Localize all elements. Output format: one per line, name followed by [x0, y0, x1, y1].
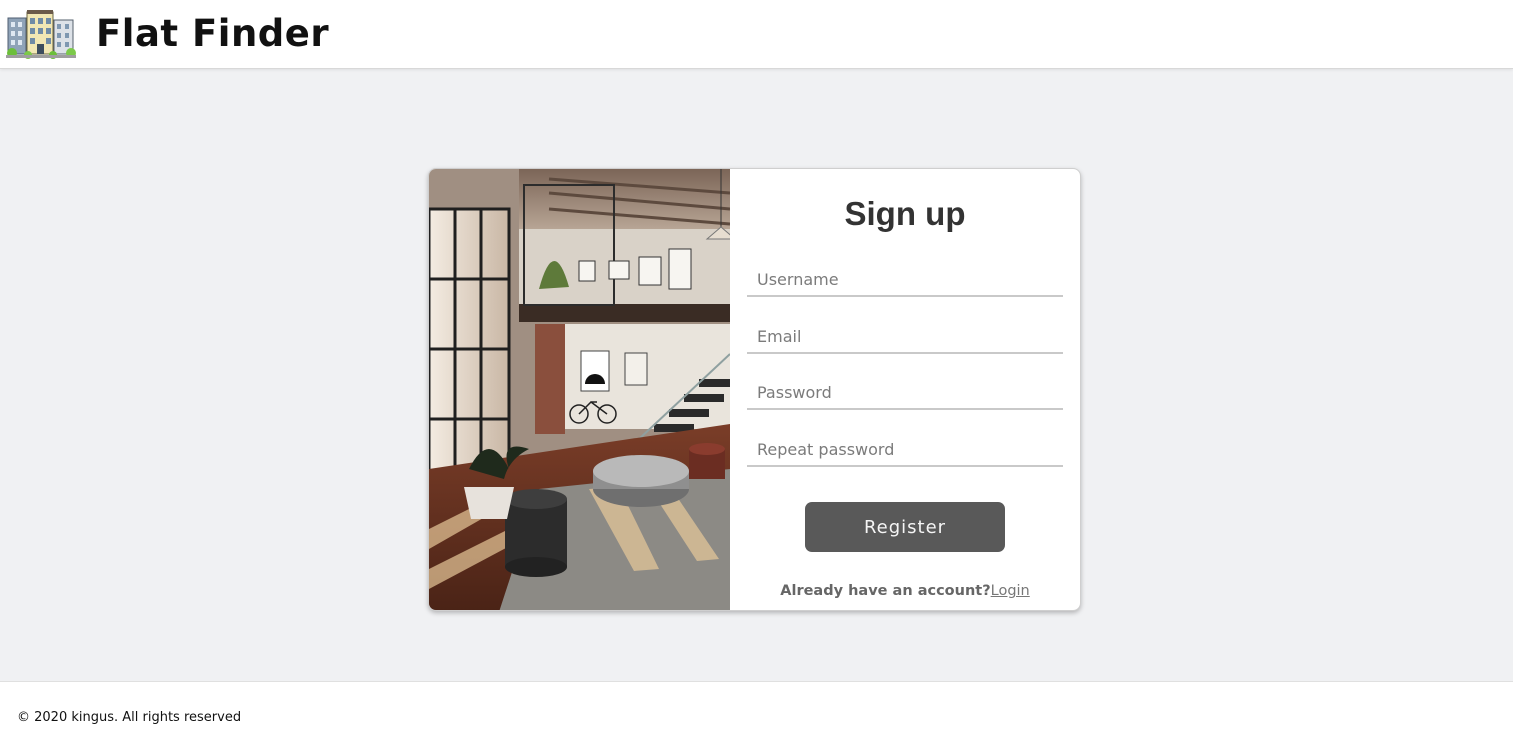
- repeat-password-field[interactable]: [747, 423, 1063, 467]
- top-header: Flat Finder: [0, 0, 1513, 69]
- login-link[interactable]: Login: [991, 583, 1030, 599]
- brand-title[interactable]: Flat Finder: [96, 12, 329, 55]
- signup-form: Sign up Register Already have an account…: [730, 169, 1080, 610]
- already-account-text: Already have an account?: [780, 583, 991, 599]
- password-field[interactable]: [747, 366, 1063, 410]
- username-field[interactable]: [747, 253, 1063, 297]
- login-prompt: Already have an account?Login: [730, 583, 1080, 599]
- copyright-text: © 2020 kingus. All rights reserved: [17, 710, 242, 725]
- apartment-building-icon[interactable]: [6, 8, 76, 60]
- page-footer: © 2020 kingus. All rights reserved: [0, 681, 1513, 746]
- loft-interior-photo: [429, 169, 730, 610]
- signup-title: Sign up: [844, 195, 966, 232]
- signup-card: Sign up Register Already have an account…: [428, 168, 1081, 611]
- email-field[interactable]: [747, 310, 1063, 354]
- register-button[interactable]: Register: [805, 502, 1005, 552]
